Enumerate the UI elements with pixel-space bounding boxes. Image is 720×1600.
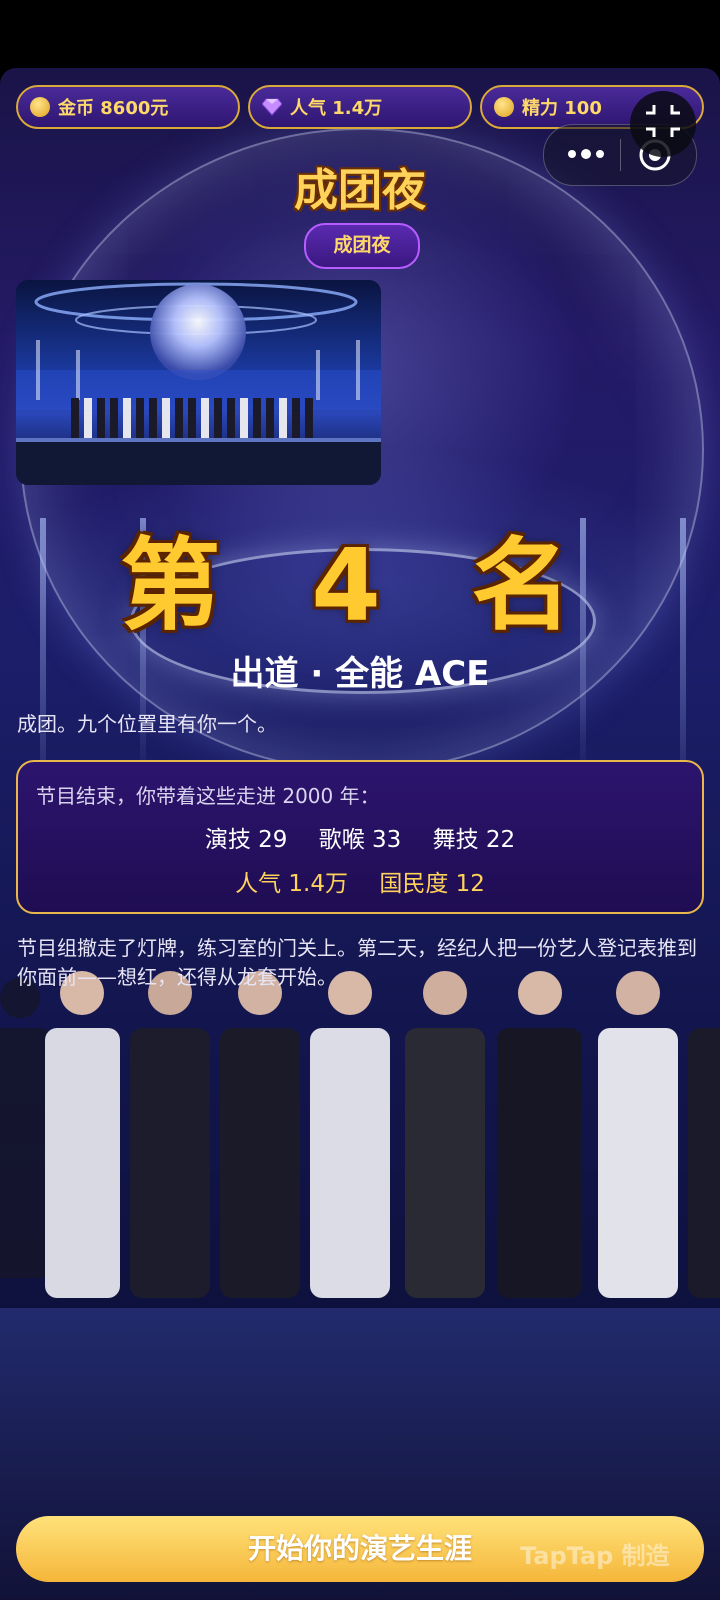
result-intro-text: 成团。九个位置里有你一个。	[17, 712, 277, 736]
diamond-icon	[262, 98, 282, 116]
popularity-stat: 人气 1.4万	[248, 85, 472, 129]
energy-stat-label: 精力 100	[522, 98, 602, 119]
debut-title: 出道 · 全能 ACE	[230, 654, 490, 694]
coin-icon	[494, 97, 514, 117]
final-stats-lead: 节目结束，你带着这些走进 2000 年：	[36, 784, 380, 808]
singing-stat: 歌喉 33	[318, 827, 402, 853]
popularity-final-stat: 人气 1.4万	[235, 871, 348, 897]
collapse-button[interactable]	[630, 91, 696, 157]
skill-stats-row: 演技 29 歌喉 33 舞技 22	[18, 820, 702, 854]
final-stats-panel: 节目结束，你带着这些走进 2000 年： 演技 29 歌喉 33 舞技 22 人…	[16, 760, 704, 914]
stage-illustration	[16, 280, 381, 485]
result-outro-text: 节目组撤走了灯牌，练习室的门关上。第二天，经纪人把一份艺人登记表推到你面前——想…	[17, 936, 697, 989]
fame-stats-row: 人气 1.4万 国民度 12	[18, 864, 702, 898]
collapse-icon	[646, 105, 680, 137]
taptap-watermark: TapTap 制造	[520, 1542, 670, 1570]
national-recognition-stat: 国民度 12	[379, 871, 485, 897]
gold-stat-label: 金币 8600元	[58, 98, 169, 119]
dancing-stat: 舞技 22	[432, 827, 516, 853]
gold-stat: 金币 8600元	[16, 85, 240, 129]
acting-stat: 演技 29	[204, 827, 288, 853]
popularity-stat-label: 人气 1.4万	[290, 98, 383, 119]
rank-result: 第 4 名	[120, 527, 600, 644]
page-title: 成团夜	[294, 165, 426, 216]
game-screen: 金币 8600元 人气 1.4万 精力 100 成团夜 成团夜 第 4 名 出道…	[0, 68, 720, 1600]
chapter-tag: 成团夜	[304, 223, 420, 269]
coin-icon	[30, 97, 50, 117]
